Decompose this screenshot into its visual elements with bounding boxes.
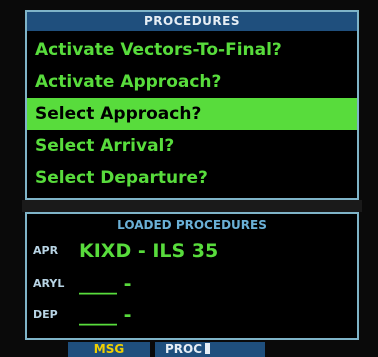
loaded-row-arrival: ARYL ____ - bbox=[27, 269, 357, 299]
cursor-block-icon bbox=[205, 343, 211, 354]
proc-softkey-label: PROC bbox=[165, 342, 203, 356]
procedures-window: PROCEDURES Activate Vectors-To-Final? Ac… bbox=[25, 10, 359, 200]
menu-item-select-approach[interactable]: Select Approach? bbox=[27, 98, 357, 130]
row-label-aryl: ARYL bbox=[33, 277, 65, 290]
procedures-title: PROCEDURES bbox=[27, 12, 357, 31]
menu-item-select-arrival[interactable]: Select Arrival? bbox=[27, 130, 357, 162]
proc-softkey[interactable]: PROC bbox=[155, 342, 265, 357]
msg-softkey[interactable]: MSG bbox=[68, 342, 150, 357]
loaded-procedures-title: LOADED PROCEDURES bbox=[117, 218, 267, 232]
procedures-menu: Activate Vectors-To-Final? Activate Appr… bbox=[27, 34, 357, 194]
row-label-apr: APR bbox=[33, 244, 59, 257]
loaded-row-departure: DEP ____ - bbox=[27, 300, 357, 330]
loaded-procedures-window: LOADED PROCEDURES APR KIXD - ILS 35 ARYL… bbox=[25, 212, 359, 340]
row-label-dep: DEP bbox=[33, 308, 58, 321]
menu-item-select-departure[interactable]: Select Departure? bbox=[27, 162, 357, 194]
menu-item-activate-approach[interactable]: Activate Approach? bbox=[27, 66, 357, 98]
row-value-dep: ____ - bbox=[79, 304, 132, 326]
softkey-bar: MSG PROC bbox=[0, 342, 378, 357]
window-separator bbox=[22, 200, 362, 212]
loaded-row-approach: APR KIXD - ILS 35 bbox=[27, 236, 357, 266]
row-value-apr: KIXD - ILS 35 bbox=[79, 240, 219, 262]
row-value-aryl: ____ - bbox=[79, 273, 132, 295]
gps-screen: PROCEDURES Activate Vectors-To-Final? Ac… bbox=[0, 0, 378, 357]
menu-item-activate-vectors-to-final[interactable]: Activate Vectors-To-Final? bbox=[27, 34, 357, 66]
